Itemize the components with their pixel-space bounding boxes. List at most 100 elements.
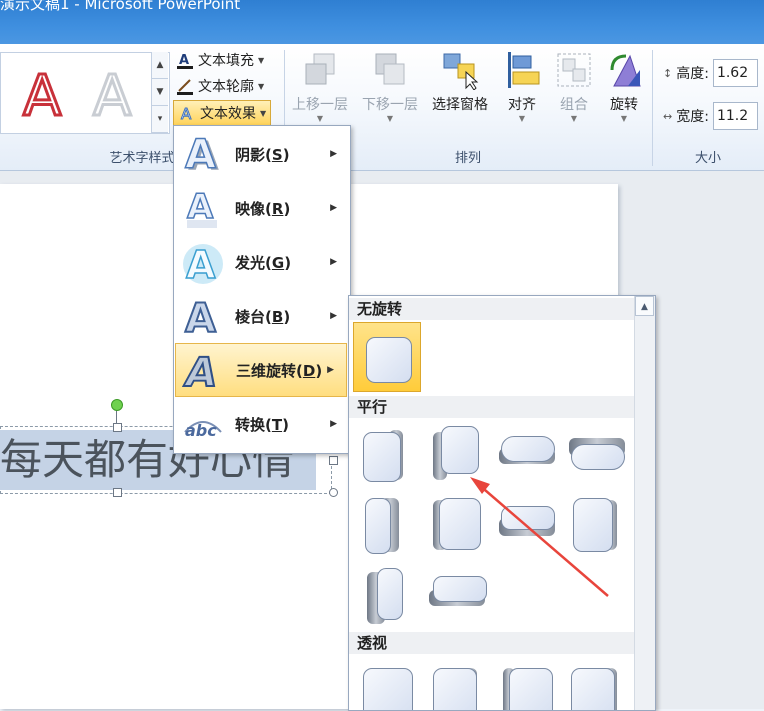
transform-label: 转换	[235, 415, 266, 434]
align-label: 对齐	[508, 97, 536, 113]
width-row: ↔ 宽度: 11.2	[663, 102, 758, 130]
menu-item-glow[interactable]: A 发光(G) ▶	[175, 236, 349, 288]
rotate-icon	[604, 50, 644, 90]
wordart-red-style: A	[23, 64, 61, 129]
bevel-label: 棱台	[235, 307, 266, 326]
transform-key: T	[271, 415, 283, 434]
text-outline-icon	[176, 77, 194, 95]
scroll-up-button[interactable]: ▲	[635, 296, 654, 316]
3d-rotation-icon: A	[181, 348, 226, 397]
height-row: ↕ 高度: 1.62	[663, 59, 758, 87]
selection-pane-icon	[440, 50, 480, 91]
gallery-scrollbar[interactable]: ▲	[634, 296, 655, 710]
gallery-up-button[interactable]: ▲	[151, 52, 168, 79]
parallel-option[interactable]	[425, 422, 491, 488]
perspective-option[interactable]	[493, 658, 559, 710]
wordart-gallery[interactable]: A A	[0, 52, 170, 134]
submenu-arrow-icon: ▶	[327, 365, 334, 375]
bring-forward-icon	[300, 50, 340, 90]
no-rotation-preview	[366, 337, 412, 383]
perspective-option[interactable]	[563, 658, 629, 710]
parallel-option[interactable]	[493, 492, 559, 558]
parallel-option[interactable]	[355, 562, 421, 628]
perspective-option[interactable]	[355, 658, 421, 710]
text-fill-label: 文本填充	[198, 53, 254, 69]
gallery-scroll[interactable]: ▲ ▼ ▾	[151, 52, 168, 133]
parallel-option[interactable]	[563, 492, 629, 558]
send-backward-button[interactable]: 下移一层 ▼	[360, 50, 420, 140]
parallel-option[interactable]	[493, 422, 559, 488]
text-fill-icon: A	[176, 51, 194, 69]
resize-handle[interactable]	[329, 456, 338, 465]
menu-item-transform[interactable]: abc 转换(T) ▶	[175, 398, 349, 450]
bevel-icon: A	[181, 294, 225, 343]
shadow-key: S	[271, 145, 283, 164]
menu-item-3d-rotation[interactable]: A 三维旋转(D) ▶	[175, 343, 347, 397]
text-outline-button[interactable]: 文本轮廓 ▼	[176, 74, 264, 98]
wordart-styles-preview[interactable]: A A	[1, 53, 151, 133]
text-effects-label: 文本效果	[200, 106, 256, 122]
resize-handle[interactable]	[113, 423, 122, 432]
text-effects-button[interactable]: A 文本效果 ▼	[173, 100, 272, 126]
submenu-arrow-icon: ▶	[330, 203, 337, 213]
svg-text:abc: abc	[185, 421, 217, 440]
submenu-arrow-icon: ▶	[330, 149, 337, 159]
svg-text:A: A	[185, 296, 216, 338]
perspective-option[interactable]	[425, 658, 491, 710]
text-effects-menu: AA 阴影(S) ▶ A 映像(R) ▶ A 发光(G) ▶ A 棱台(B) ▶…	[173, 125, 351, 454]
3d-rotation-label: 三维旋转	[236, 361, 297, 380]
height-label: 高度:	[676, 66, 709, 82]
parallel-option[interactable]	[355, 492, 421, 558]
width-icon: ↔	[663, 109, 673, 123]
height-icon: ↕	[663, 66, 673, 80]
reflection-key: R	[271, 199, 284, 218]
wordart-white-style: A	[93, 64, 131, 129]
title-bar: 演示文稿1 - Microsoft PowerPoint	[0, 0, 764, 44]
selection-pane-button[interactable]: 选择窗格	[430, 50, 490, 140]
window-title: 演示文稿1 - Microsoft PowerPoint	[0, 0, 241, 13]
reflection-label: 映像	[235, 199, 266, 218]
menu-item-reflection[interactable]: A 映像(R) ▶	[175, 182, 349, 234]
svg-text:A: A	[179, 53, 189, 68]
parallel-option[interactable]	[563, 422, 629, 488]
height-input[interactable]: 1.62	[712, 59, 758, 87]
svg-text:A: A	[182, 349, 221, 392]
svg-text:A: A	[181, 105, 192, 122]
shadow-icon: AA	[181, 131, 225, 180]
3d-rotation-gallery: 无旋转 平行 透视 ▲	[348, 295, 656, 711]
no-rotation-option[interactable]	[353, 322, 421, 392]
submenu-arrow-icon: ▶	[330, 419, 337, 429]
menu-item-bevel[interactable]: A 棱台(B) ▶	[175, 290, 349, 343]
parallel-option[interactable]	[425, 492, 491, 558]
send-backward-icon	[370, 50, 410, 90]
transform-icon: abc	[181, 402, 225, 446]
menu-item-shadow[interactable]: AA 阴影(S) ▶	[175, 128, 349, 180]
size-group-label: 大小	[694, 151, 721, 166]
align-icon	[502, 50, 542, 90]
width-label: 宽度:	[676, 109, 709, 125]
bring-forward-label: 上移一层	[292, 97, 348, 113]
reflection-icon: A	[181, 186, 225, 230]
width-input[interactable]: 11.2	[712, 102, 758, 130]
submenu-arrow-icon: ▶	[330, 257, 337, 267]
parallel-option[interactable]	[355, 422, 421, 488]
3d-rotation-key: D	[302, 361, 316, 380]
rotation-handle[interactable]	[111, 399, 123, 411]
resize-handle[interactable]	[329, 488, 338, 497]
ribbon: A A ▲ ▼ ▾ A 文本填充 ▼ 文本轮廓 ▼ A 文本效果 ▼ 艺术字样式 上移…	[0, 44, 764, 171]
text-outline-label: 文本轮廓	[198, 79, 254, 95]
gallery-more-button[interactable]: ▾	[151, 106, 168, 133]
rotate-label: 旋转	[610, 97, 638, 113]
text-fill-button[interactable]: A 文本填充 ▼	[176, 48, 264, 72]
group-icon	[554, 50, 594, 90]
gallery-down-button[interactable]: ▼	[151, 79, 168, 106]
rotate-button[interactable]: 旋转 ▼	[594, 50, 654, 140]
align-button[interactable]: 对齐 ▼	[492, 50, 552, 140]
text-effects-icon: A	[178, 104, 196, 124]
bevel-key: B	[271, 307, 284, 326]
glow-key: G	[271, 253, 285, 272]
parallel-option[interactable]	[425, 562, 491, 628]
glow-label: 发光	[235, 253, 266, 272]
send-backward-label: 下移一层	[362, 97, 418, 113]
resize-handle[interactable]	[113, 488, 122, 497]
